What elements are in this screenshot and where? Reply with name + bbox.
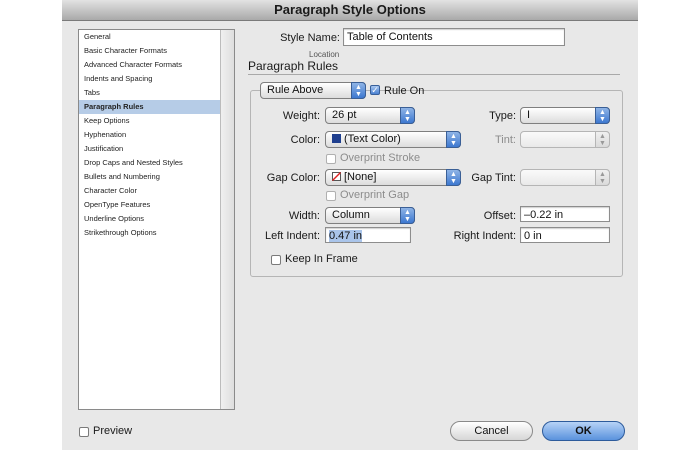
weight-select[interactable]: 26 pt ▲ ▼ bbox=[325, 107, 415, 124]
category-items: General Basic Character Formats Advanced C… bbox=[79, 30, 234, 240]
checkmark-icon: ✓ bbox=[371, 85, 379, 95]
type-value: I bbox=[527, 109, 531, 121]
select-arrows-icon: ▲ ▼ bbox=[351, 82, 366, 99]
overprint-gap-label: Overprint Gap bbox=[340, 189, 410, 201]
category-scrollbar[interactable] bbox=[220, 30, 234, 409]
sidebar-item-underline-options[interactable]: Underline Options bbox=[79, 212, 220, 226]
width-select[interactable]: Column ▲ ▼ bbox=[325, 207, 415, 224]
select-arrows-icon: ▲ ▼ bbox=[595, 107, 610, 124]
sidebar-item-keep-options[interactable]: Keep Options bbox=[79, 114, 220, 128]
select-arrows-icon: ▲ ▼ bbox=[595, 169, 610, 186]
sidebar-item-paragraph-rules[interactable]: Paragraph Rules bbox=[79, 100, 220, 114]
style-name-input[interactable]: Table of Contents bbox=[343, 28, 565, 46]
left-indent-input[interactable]: 0.47 in bbox=[325, 227, 411, 243]
sidebar-item-advanced-character-formats[interactable]: Advanced Character Formats bbox=[79, 58, 220, 72]
left-indent-value: 0.47 in bbox=[329, 230, 363, 242]
location-label: Location bbox=[309, 50, 340, 59]
dialog-window: Paragraph Style Options General Basic Cha… bbox=[62, 0, 638, 450]
preview-label: Preview bbox=[93, 425, 133, 437]
gap-tint-label: Gap Tint: bbox=[471, 172, 516, 184]
section-divider bbox=[248, 74, 620, 75]
overprint-stroke-label: Overprint Stroke bbox=[340, 152, 421, 164]
rule-on-checkbox[interactable]: ✓ bbox=[370, 85, 380, 95]
width-label: Width: bbox=[288, 210, 320, 222]
rule-on-label: Rule On bbox=[384, 85, 425, 97]
preview-checkbox[interactable] bbox=[79, 427, 89, 437]
sidebar-item-drop-caps-and-nested-styles[interactable]: Drop Caps and Nested Styles bbox=[79, 156, 220, 170]
select-arrows-icon: ▲ ▼ bbox=[400, 107, 415, 124]
gap-color-value: [None] bbox=[344, 171, 377, 183]
weight-label: Weight: bbox=[282, 110, 320, 122]
category-list: General Basic Character Formats Advanced C… bbox=[78, 29, 235, 410]
keep-in-frame-checkbox[interactable] bbox=[271, 255, 281, 265]
color-swatch-icon bbox=[332, 134, 341, 143]
sidebar-item-tabs[interactable]: Tabs bbox=[79, 86, 220, 100]
right-indent-input[interactable]: 0 in bbox=[520, 227, 610, 243]
gap-tint-select[interactable]: ▲ ▼ bbox=[520, 169, 610, 186]
keep-in-frame-label: Keep In Frame bbox=[285, 253, 358, 265]
overprint-gap-checkbox[interactable] bbox=[326, 191, 336, 201]
sidebar-item-opentype-features[interactable]: OpenType Features bbox=[79, 198, 220, 212]
cancel-button[interactable]: Cancel bbox=[450, 421, 533, 441]
sidebar-item-indents-and-spacing[interactable]: Indents and Spacing bbox=[79, 72, 220, 86]
title-bar[interactable]: Paragraph Style Options bbox=[62, 0, 638, 21]
sidebar-item-justification[interactable]: Justification bbox=[79, 142, 220, 156]
color-label: Color: bbox=[290, 134, 320, 146]
section-title: Paragraph Rules bbox=[248, 59, 339, 73]
type-label: Type: bbox=[489, 110, 516, 122]
color-select[interactable]: (Text Color) ▲ ▼ bbox=[325, 131, 461, 148]
style-name-label: Style Name: bbox=[280, 32, 340, 44]
dialog-title: Paragraph Style Options bbox=[274, 2, 426, 17]
rule-position-value: Rule Above bbox=[267, 84, 324, 96]
width-value: Column bbox=[332, 209, 370, 221]
type-select[interactable]: I ▲ ▼ bbox=[520, 107, 610, 124]
sidebar-item-hyphenation[interactable]: Hyphenation bbox=[79, 128, 220, 142]
rule-position-select[interactable]: Rule Above ▲ ▼ bbox=[260, 82, 366, 99]
sidebar-item-strikethrough-options[interactable]: Strikethrough Options bbox=[79, 226, 220, 240]
gap-color-label: Gap Color: bbox=[266, 172, 320, 184]
weight-value: 26 pt bbox=[332, 109, 357, 121]
left-indent-label: Left Indent: bbox=[264, 230, 320, 242]
select-arrows-icon: ▲ ▼ bbox=[446, 131, 461, 148]
sidebar-item-basic-character-formats[interactable]: Basic Character Formats bbox=[79, 44, 220, 58]
overprint-stroke-checkbox[interactable] bbox=[326, 154, 336, 164]
sidebar-item-character-color[interactable]: Character Color bbox=[79, 184, 220, 198]
color-value: (Text Color) bbox=[344, 133, 401, 145]
sidebar-item-bullets-and-numbering[interactable]: Bullets and Numbering bbox=[79, 170, 220, 184]
offset-input[interactable]: –0.22 in bbox=[520, 206, 610, 222]
sidebar-item-general[interactable]: General bbox=[79, 30, 220, 44]
ok-button[interactable]: OK bbox=[542, 421, 625, 441]
none-swatch-icon bbox=[332, 171, 341, 181]
right-indent-label: Right Indent: bbox=[453, 230, 516, 242]
select-arrows-icon: ▲ ▼ bbox=[595, 131, 610, 148]
gap-color-select[interactable]: [None] ▲ ▼ bbox=[325, 169, 461, 186]
offset-label: Offset: bbox=[483, 210, 516, 222]
select-arrows-icon: ▲ ▼ bbox=[400, 207, 415, 224]
tint-label: Tint: bbox=[495, 134, 516, 146]
tint-select[interactable]: ▲ ▼ bbox=[520, 131, 610, 148]
